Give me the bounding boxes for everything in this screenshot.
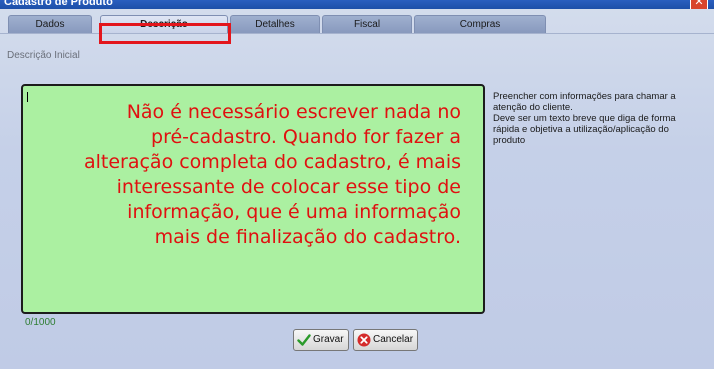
cancel-button-label: Cancelar — [373, 334, 414, 345]
close-icon: ✕ — [694, 0, 704, 8]
tab-label: Fiscal — [353, 19, 381, 30]
section-label: Descrição Inicial — [7, 50, 80, 61]
help-line: Deve ser um texto breve que diga de form… — [493, 113, 676, 146]
tab-compras[interactable]: Compras — [414, 15, 546, 33]
tab-label: Dados — [35, 19, 65, 30]
description-textarea[interactable]: Não é necessário escrever nada no pré-ca… — [21, 84, 485, 314]
text-caret — [27, 92, 28, 102]
help-text: Preencher com informações para chamar a … — [493, 91, 698, 146]
window-titlebar: Cadastro de Produto ✕ — [0, 0, 714, 9]
window-title: Cadastro de Produto — [4, 0, 113, 8]
annotation-note: Não é necessário escrever nada no pré-ca… — [83, 101, 461, 248]
character-counter: 0/1000 — [25, 317, 56, 328]
tab-fiscal[interactable]: Fiscal — [322, 15, 412, 33]
cancel-button[interactable]: Cancelar — [353, 329, 419, 351]
check-icon — [297, 334, 311, 346]
save-button-label: Gravar — [313, 334, 344, 345]
active-tab-highlight — [99, 23, 231, 44]
tab-detalhes[interactable]: Detalhes — [230, 15, 320, 33]
tab-label: Compras — [459, 19, 501, 30]
help-line: Preencher com informações para chamar a … — [493, 91, 676, 113]
tab-label: Detalhes — [255, 19, 295, 30]
save-button[interactable]: Gravar — [293, 329, 349, 351]
close-button[interactable]: ✕ — [690, 0, 708, 9]
cancel-icon — [357, 333, 371, 347]
tab-dados[interactable]: Dados — [8, 15, 92, 33]
